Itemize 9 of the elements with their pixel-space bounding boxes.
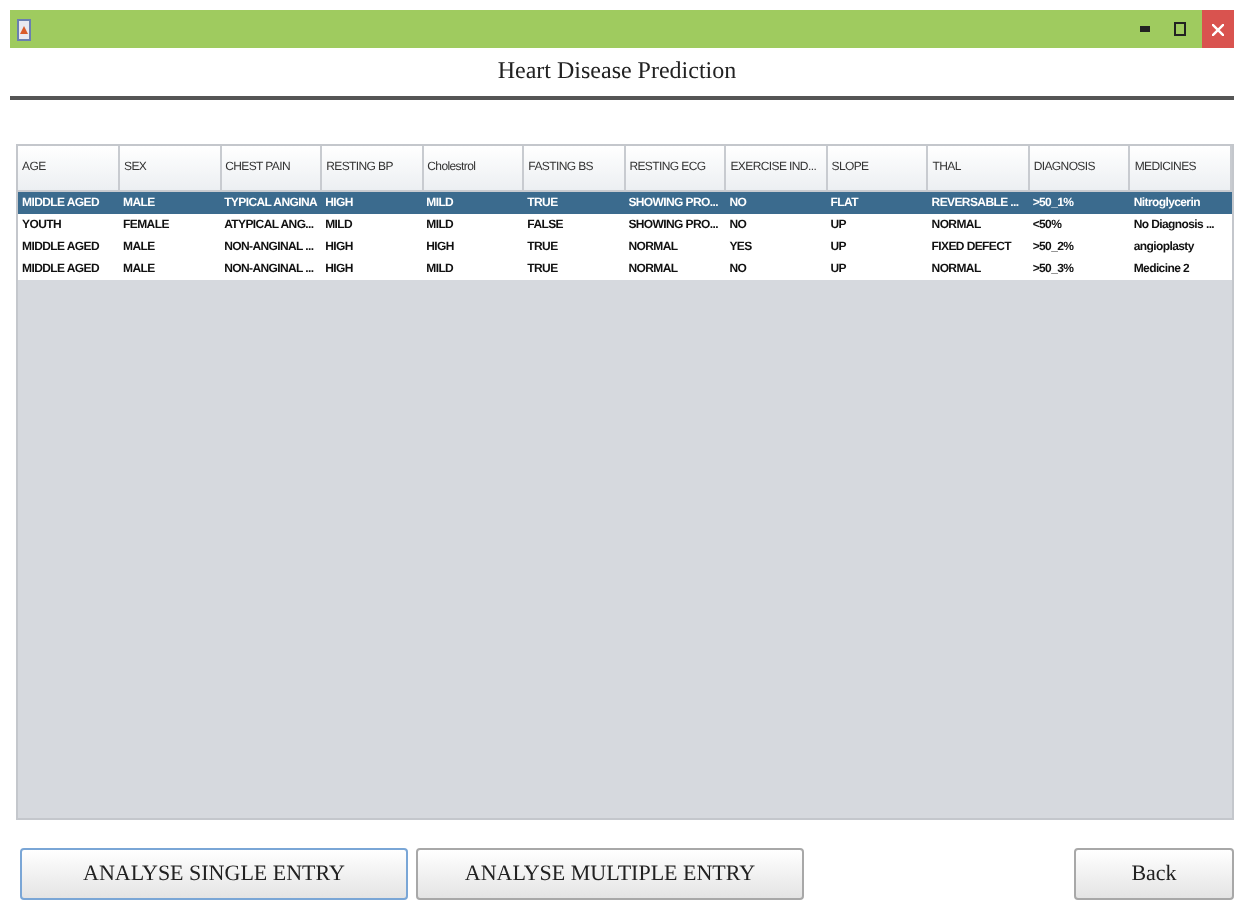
window-title: Heart Disease Prediction [497, 56, 737, 86]
close-icon [1212, 23, 1224, 35]
minimize-icon[interactable] [1139, 26, 1149, 32]
action-button[interactable]: Back [1074, 848, 1234, 900]
close-button[interactable] [1202, 10, 1234, 48]
app-icon [16, 17, 32, 41]
action-button[interactable]: ANALYSE SINGLE ENTRY [20, 848, 408, 900]
maximize-icon[interactable] [1174, 22, 1186, 36]
action-button[interactable]: ANALYSE MULTIPLE ENTRY [416, 848, 804, 900]
